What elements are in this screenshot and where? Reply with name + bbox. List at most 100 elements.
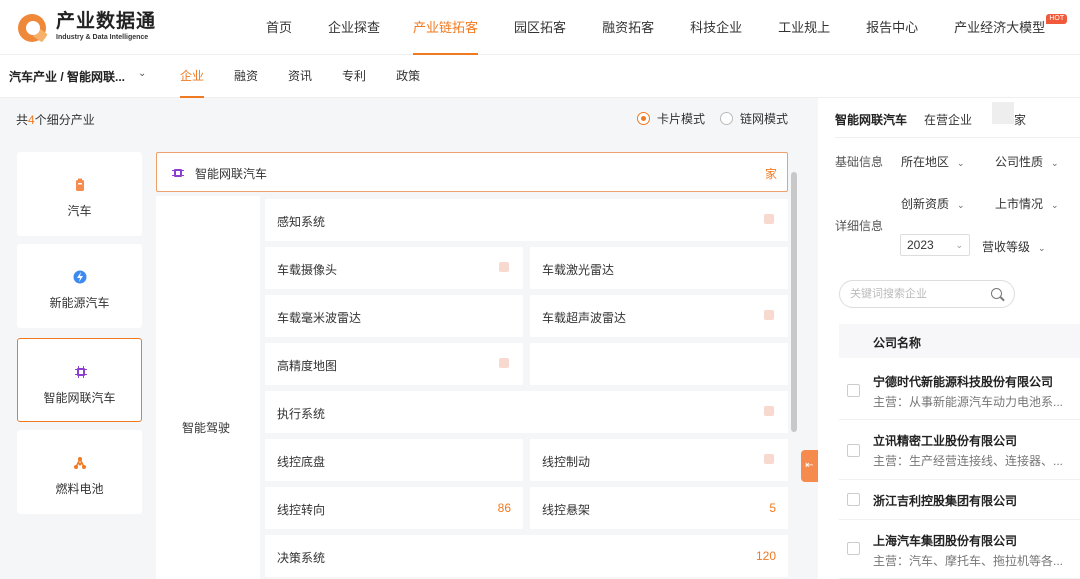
filter-revenue[interactable]: 营收等级 ⌄ [982,238,1046,255]
chain-node[interactable]: 执行系统 [265,391,788,433]
nav-item-economy-model-label: 产业经济大模型 [954,20,1046,35]
chevron-down-icon: ⌄ [957,158,965,168]
chain-node[interactable]: 线控制动 [530,439,788,481]
logo-mark-icon [16,10,50,44]
row-checkbox[interactable] [847,493,860,506]
chain-count-unit: 家 [764,167,777,181]
category-fuel-cell[interactable]: 燃料电池 [17,430,142,514]
company-name[interactable]: 浙江吉利控股集团有限公司 [873,492,1017,509]
node-count: 86 [497,501,511,515]
panel-title: 智能网联汽车 [835,113,908,127]
network-mode-radio[interactable]: 链网模式 [720,110,788,127]
company-name[interactable]: 宁德时代新能源科技股份有限公司 [873,373,1053,390]
chain-node[interactable]: 线控悬架 5 [530,487,788,529]
nav-item-finance-leads[interactable]: 融资拓客 [602,0,654,55]
chain-node[interactable]: 高精度地图 [265,343,523,385]
company-panel: 智能网联汽车 在营企业 家 基础信息 所在地区 ⌄ 公司性质 ⌄ 创新资质 ⌄ 上市情… [818,98,1080,579]
search-input[interactable] [850,286,990,302]
collapse-panel-button[interactable]: ⇤ [801,450,818,482]
tab-patents[interactable]: 专利 [342,55,366,98]
chain-node[interactable]: 车载毫米波雷达 [265,295,523,337]
chip-icon [75,366,87,378]
industry-panel: 共4个细分产业 卡片模式 链网模式 汽车 新能源汽车 智能网联汽车 燃料电池 智… [0,98,818,579]
segment-label: 智能驾驶 [182,421,231,435]
nav-item-home[interactable]: 首页 [266,0,292,55]
chain-node[interactable]: 车载激光雷达 [530,247,788,289]
search-icon[interactable] [991,288,1002,299]
category-new-energy[interactable]: 新能源汽车 [17,244,142,328]
chain-node[interactable]: 感知系统 [265,199,788,241]
company-main-business: 主营：生产经营连接线、连接器、... [873,454,1064,468]
card-mode-radio[interactable]: 卡片模式 [637,110,705,127]
brand-subtitle: Industry & Data Intelligence [56,34,149,41]
row-checkbox[interactable] [847,444,860,457]
company-search [839,280,1015,308]
chevron-down-icon: ⌄ [957,200,965,210]
tab-news[interactable]: 资讯 [288,55,312,98]
chain-node[interactable]: 线控转向 86 [265,487,523,529]
filter-listing[interactable]: 上市情况 ⌄ [995,195,1059,212]
main-nav: 首页 企业探查 产业链拓客 园区拓客 融资拓客 科技企业 工业规上 报告中心 产… [250,0,1068,55]
company-main-business: 主营：从事新能源汽车动力电池系... [873,395,1064,409]
nav-item-economy-model[interactable]: 产业经济大模型 HOT [954,0,1068,55]
fuel-cell-icon [74,457,86,469]
divider [835,137,1080,138]
tab-policy[interactable]: 政策 [396,55,420,98]
table-row[interactable]: 浙江吉利控股集团有限公司 [839,480,1080,520]
chain-node[interactable]: 决策系统 120 [265,535,788,577]
nav-item-park-leads[interactable]: 园区拓客 [514,0,566,55]
chevron-down-icon: ⌄ [1038,243,1046,253]
node-count: 120 [755,549,776,563]
battery-icon [76,178,84,191]
table-row[interactable]: 上海汽车集团股份有限公司 主营：汽车、摩托车、拖拉机等各... [839,520,1080,579]
count-redaction [992,102,1014,124]
node-count: 5 [769,501,776,515]
radio-selected-icon [637,112,650,125]
panel-status: 在营企业 [924,113,973,127]
company-name[interactable]: 上海汽车集团股份有限公司 [873,532,1017,549]
panel-unit: 家 [1014,113,1027,127]
nav-item-report-center[interactable]: 报告中心 [866,0,918,55]
chevron-down-icon[interactable]: ⌄ [138,68,146,79]
chain-node[interactable]: 线控底盘 [265,439,523,481]
year-select[interactable]: 2023 ⌄ [900,234,970,256]
nav-item-chain-leads[interactable]: 产业链拓客 [413,0,479,55]
company-name[interactable]: 立讯精密工业股份有限公司 [873,432,1017,449]
sub-header: 汽车产业 / 智能网联... ⌄ 企业 融资 资讯 专利 政策 [0,55,1080,98]
chip-icon [172,169,184,177]
brand-title: 产业数据通 [56,11,157,32]
segment-count: 共4个细分产业 [16,113,95,127]
hot-badge: HOT [1046,14,1068,24]
tab-enterprise[interactable]: 企业 [180,55,205,98]
chevron-down-icon: ⌄ [955,240,963,250]
row-checkbox[interactable] [847,384,860,397]
table-row[interactable]: 立讯精密工业股份有限公司 主营：生产经营连接线、连接器、... [839,420,1080,480]
chain-header[interactable]: 智能网联汽车 家 [156,152,788,192]
filter-company-type[interactable]: 公司性质 ⌄ [995,153,1059,170]
chain-node[interactable]: 车载摄像头 [265,247,523,289]
nav-item-industrial-scale[interactable]: 工业规上 [778,0,830,55]
detail-info-label: 详细信息 [835,219,884,233]
tab-financing[interactable]: 融资 [234,55,258,98]
row-checkbox[interactable] [847,542,860,555]
breadcrumb[interactable]: 汽车产业 / 智能网联... [9,68,125,85]
company-main-business: 主营：汽车、摩托车、拖拉机等各... [873,554,1064,568]
chain-node[interactable]: 车载超声波雷达 [530,295,788,337]
table-row[interactable]: 宁德时代新能源科技股份有限公司 主营：从事新能源汽车动力电池系... [839,360,1080,420]
brand-logo[interactable]: 产业数据通 Industry & Data Intelligence [16,10,156,44]
chain-node-empty [530,343,788,385]
top-header: 产业数据通 Industry & Data Intelligence 首页 企业… [0,0,1080,55]
filter-region[interactable]: 所在地区 ⌄ [901,153,965,170]
nav-item-enterprise-search[interactable]: 企业探查 [328,0,380,55]
nav-item-tech-enterprise[interactable]: 科技企业 [690,0,742,55]
radio-unselected-icon [720,112,733,125]
filter-innovation[interactable]: 创新资质 ⌄ [901,195,965,212]
category-intelligent-connected[interactable]: 智能网联汽车 [17,338,142,422]
chevron-down-icon: ⌄ [1051,200,1059,210]
segment-column: 智能驾驶 [156,196,260,579]
sub-tabs: 企业 融资 资讯 专利 政策 [180,55,450,98]
chevron-down-icon: ⌄ [1051,158,1059,168]
category-car[interactable]: 汽车 [17,152,142,236]
scrollbar-thumb[interactable] [791,172,797,432]
table-header: 公司名称 [839,324,1080,358]
